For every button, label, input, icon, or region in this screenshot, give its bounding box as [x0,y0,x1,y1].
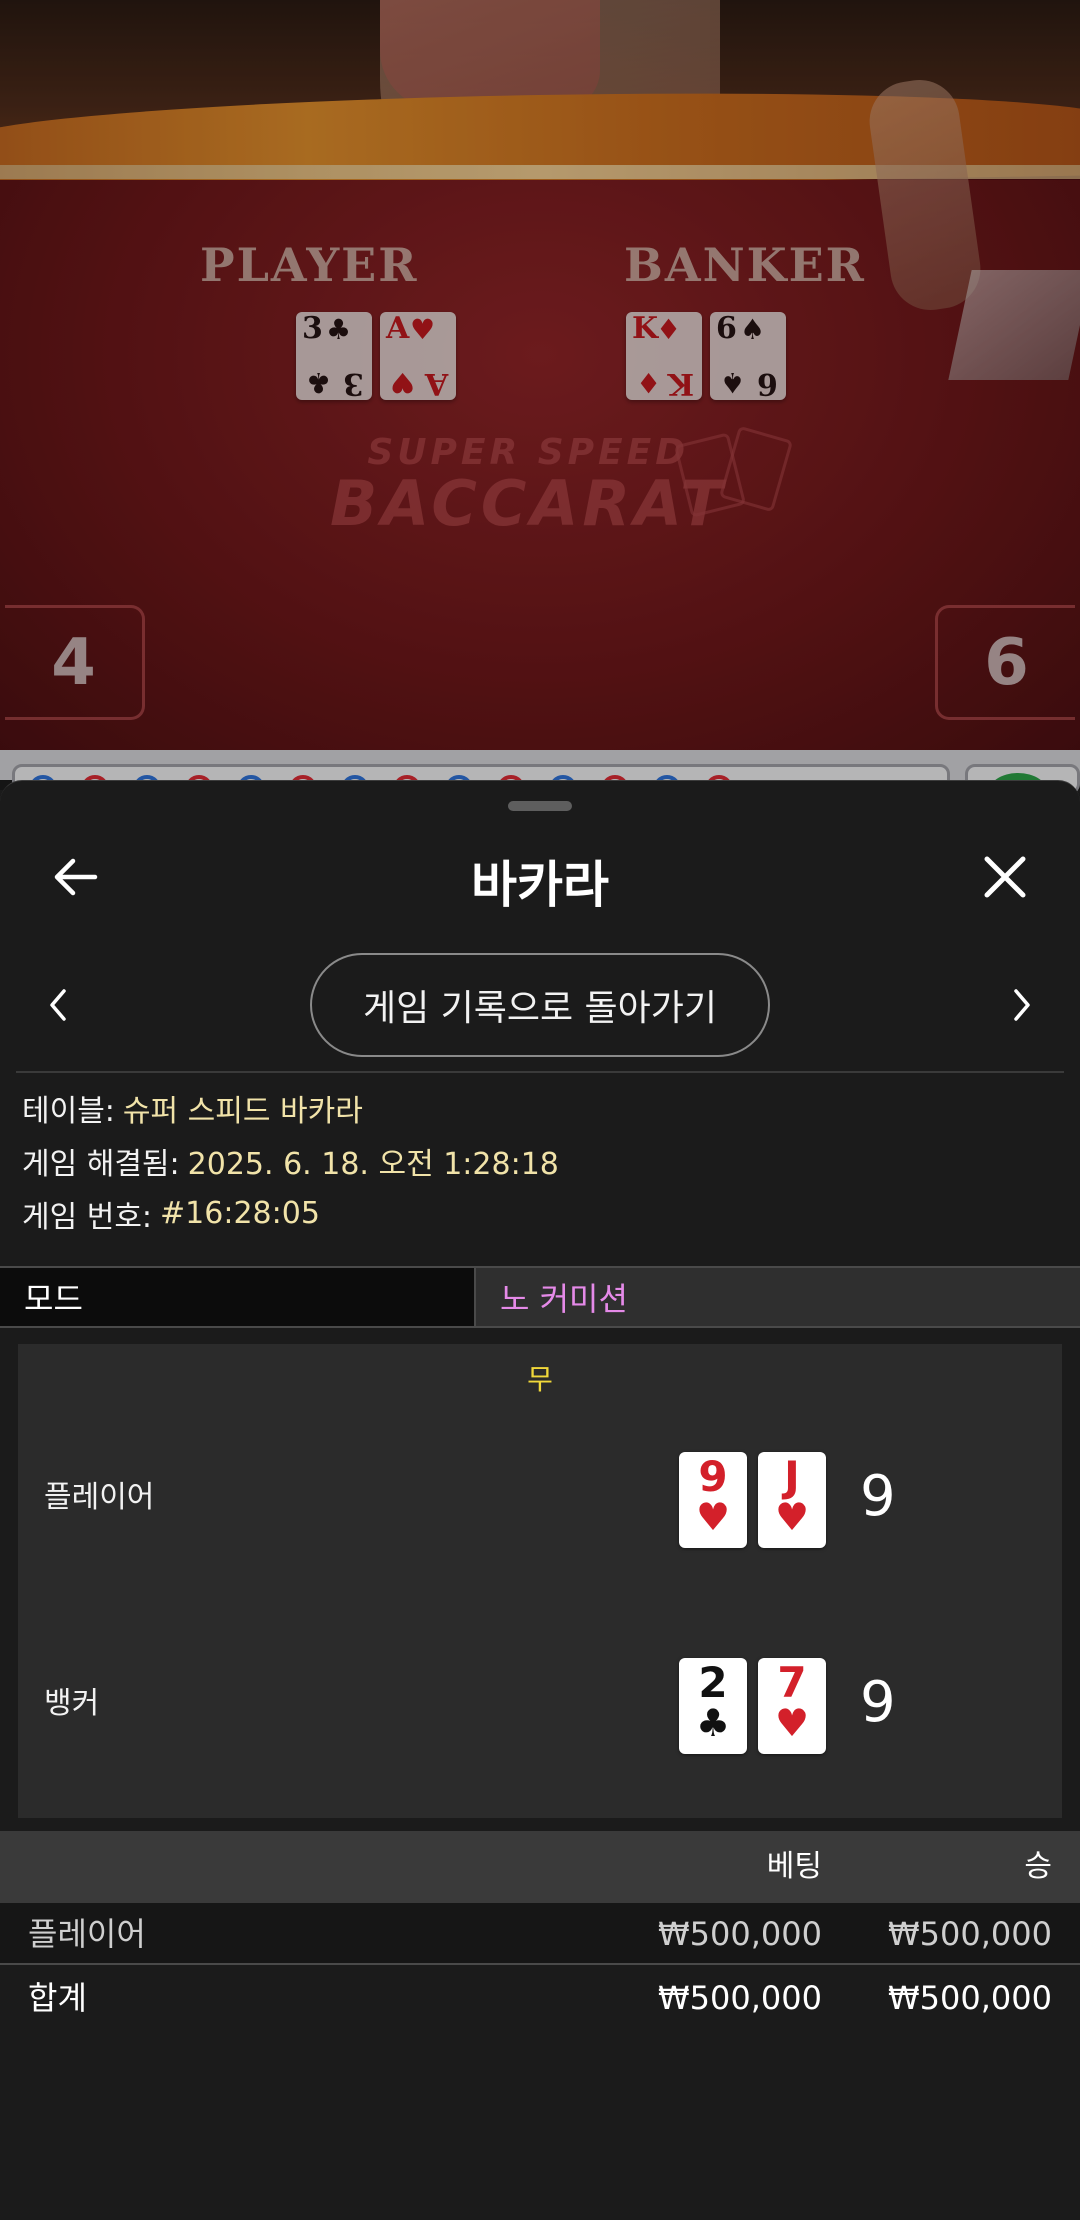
mode-label: 모드 [0,1268,476,1326]
history-navigation: 게임 기록으로 돌아가기 [0,953,1080,1057]
banker-hand-label: 뱅커 [44,1686,100,1721]
previous-game-button[interactable] [30,975,86,1035]
table-banker-card-2: 6 ♠ 6 ♠ [710,312,786,401]
table-player-card-2: A ♥ A ♥ [380,312,456,401]
table-banker-card-1: K ♦ K ♦ [626,312,702,401]
resolved-info-row: 게임 해결됨: 2025. 6. 18. 오전 1:28:18 [22,1134,1062,1187]
mode-row: 모드 노 커미션 [0,1266,1080,1328]
player-hand-label: 플레이어 [44,1480,155,1515]
table-banker-label: BANKER [624,238,866,292]
total-row: 합계 ₩500,000 ₩500,000 [0,1967,1080,2029]
game-number-label: 게임 번호: [22,1199,153,1235]
total-label: 합계 [28,1979,87,2017]
sheet-title: 바카라 [471,856,609,914]
table-player-label: PLAYER [200,238,419,292]
card-shoe [948,270,1080,380]
banker-card-2: 7 ♥ [758,1658,826,1754]
banker-card-1: 2 ♣ [679,1658,747,1754]
table-player-card-1: 3 ♣ 3 ♣ [296,312,372,401]
divider [16,1071,1064,1073]
resolved-value: 2025. 6. 18. 오전 1:28:18 [187,1146,559,1182]
live-video-feed: PLAYER BANKER 3 ♣ 3 ♣ A ♥ A ♥ K ♦ K ♦ 6 … [0,0,1080,760]
mode-value: 노 커미션 [476,1268,1080,1326]
bets-table-header: 베팅 승 [0,1831,1080,1903]
chevron-left-icon [50,989,66,1021]
banker-hand-total: 9 [860,1670,896,1735]
back-to-history-button[interactable]: 게임 기록으로 돌아가기 [310,953,770,1057]
bead-road [0,750,1080,794]
game-number-row: 게임 번호: #16:28:05 [22,1187,1062,1240]
game-info: 테이블: 슈퍼 스피드 바카라 게임 해결됨: 2025. 6. 18. 오전 … [22,1081,1062,1240]
next-game-button[interactable] [994,975,1050,1035]
total-win: ₩500,000 [888,1979,1052,2017]
super-speed-baccarat-logo: SUPER SPEED BACCARAT [330,432,727,540]
win-column-header: 승 [1024,1849,1052,1884]
table-banker-score: 6 [935,605,1075,720]
outcome-label: 무 [527,1363,553,1396]
player-hand-total: 9 [860,1464,896,1529]
game-history-sheet: 바카라 게임 기록으로 돌아가기 테이블: 슈퍼 스피드 바카라 게임 해결됨: [0,780,1080,2220]
bet-name: 플레이어 [28,1915,146,1953]
close-button[interactable] [970,847,1040,907]
bet-amount: ₩500,000 [658,1915,822,1953]
table-player-score: 4 [5,605,145,720]
table-info-row: 테이블: 슈퍼 스피드 바카라 [22,1081,1062,1134]
close-icon [984,856,1026,898]
table-row: 플레이어 ₩500,000 ₩500,000 [0,1903,1080,1965]
game-number-value: #16:28:05 [160,1196,320,1231]
total-bet: ₩500,000 [658,1979,822,2017]
bet-column-header: 베팅 [766,1849,822,1884]
round-result: 무 플레이어 9 ♥ J ♥ 9 뱅커 2 ♣ 7 ♥ 9 [18,1344,1062,1818]
sheet-drag-handle[interactable] [508,801,572,811]
chevron-right-icon [1014,989,1030,1021]
resolved-label: 게임 해결됨: [22,1146,180,1182]
player-card-1: 9 ♥ [679,1452,747,1548]
win-amount: ₩500,000 [888,1915,1052,1953]
sheet-header: 바카라 [0,827,1080,927]
table-label: 테이블: [22,1093,115,1129]
table-value: 슈퍼 스피드 바카라 [122,1093,363,1129]
player-card-2: J ♥ [758,1452,826,1548]
logo-cards-icon [672,425,812,518]
